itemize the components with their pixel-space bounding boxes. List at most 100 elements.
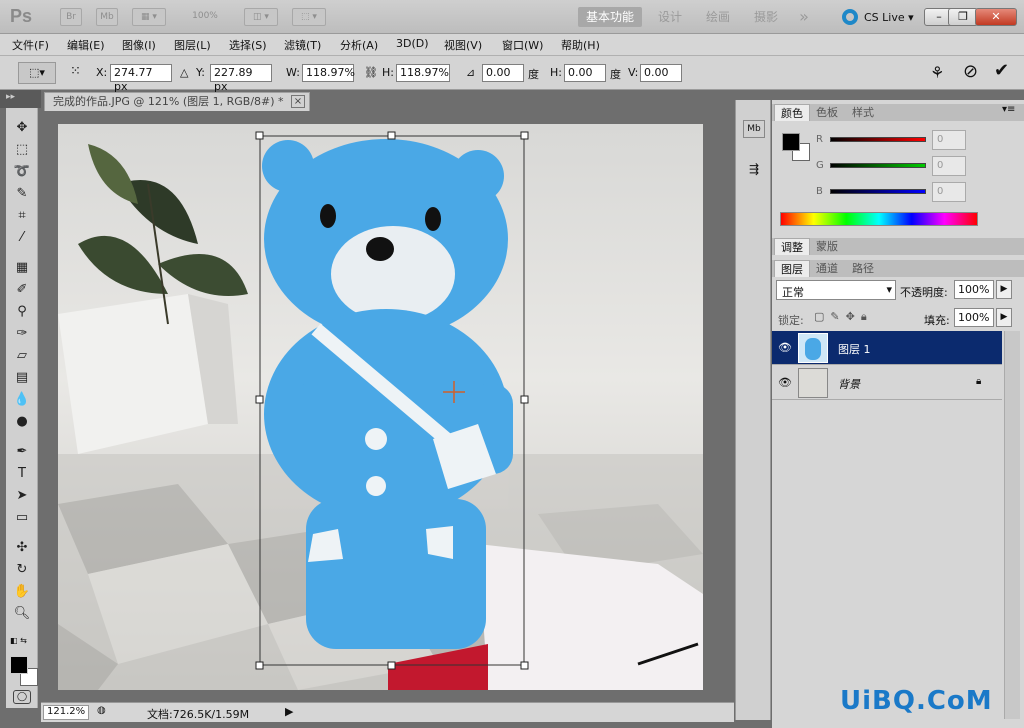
history-icon[interactable]: ⇶ xyxy=(743,162,765,180)
blur-tool-icon[interactable]: 💧 xyxy=(11,390,33,410)
tab-color[interactable]: 颜色 xyxy=(774,104,810,121)
color-spectrum[interactable] xyxy=(780,212,978,226)
menu-image[interactable]: 图像(I) xyxy=(122,37,156,53)
close-window-button[interactable]: ✕ xyxy=(975,8,1017,26)
document-canvas[interactable] xyxy=(58,124,703,690)
menu-window[interactable]: 窗口(W) xyxy=(502,37,543,53)
tool-preset-picker[interactable]: ⬚▾ xyxy=(18,62,56,84)
visibility-eye-icon[interactable]: 👁︎ xyxy=(778,376,792,389)
healing-tool-icon[interactable]: ▦ xyxy=(11,258,33,278)
bridge-button[interactable]: Br xyxy=(60,8,82,26)
move-tool-icon[interactable]: ✥ xyxy=(11,118,33,138)
menu-help[interactable]: 帮助(H) xyxy=(561,37,600,53)
y-input[interactable]: 227.89 px xyxy=(210,64,272,93)
menu-3d[interactable]: 3D(D) xyxy=(396,37,429,50)
tab-styles[interactable]: 样式 xyxy=(846,104,880,121)
foreground-color-swatch[interactable] xyxy=(10,656,28,674)
menu-view[interactable]: 视图(V) xyxy=(444,37,482,53)
status-arrow-icon[interactable]: ▶ xyxy=(285,705,293,718)
zoom-field[interactable]: 121.2% xyxy=(43,705,89,720)
layer-row[interactable]: 👁︎ 图层 1 xyxy=(772,331,1002,365)
g-slider[interactable] xyxy=(830,163,926,168)
x-input[interactable]: 274.77 px xyxy=(110,64,172,93)
tab-channels[interactable]: 通道 xyxy=(810,260,844,277)
height-input[interactable]: 118.97% xyxy=(396,64,450,82)
workspace-design[interactable]: 设计 xyxy=(650,7,690,27)
cancel-transform-icon[interactable]: ⊘ xyxy=(963,61,978,82)
opacity-arrow[interactable]: ▶ xyxy=(996,280,1012,299)
menu-select[interactable]: 选择(S) xyxy=(229,37,267,53)
b-value[interactable]: 0 xyxy=(932,182,966,202)
mini-bridge-icon[interactable]: Mb xyxy=(743,120,765,138)
workspace-photography[interactable]: 摄影 xyxy=(746,7,786,27)
status-menu-icon[interactable]: ◍ xyxy=(97,705,106,716)
dodge-tool-icon[interactable]: ● xyxy=(11,412,33,432)
workspace-painting[interactable]: 绘画 xyxy=(698,7,738,27)
layer-row[interactable]: 👁︎ 背景 🔒︎ xyxy=(772,366,1002,400)
quick-mask-icon[interactable]: ◯ xyxy=(13,690,31,704)
warp-icon[interactable]: ⚘ xyxy=(930,63,944,82)
blend-mode-select[interactable]: 正常 ▾ xyxy=(776,280,896,300)
menu-filter[interactable]: 滤镜(T) xyxy=(284,37,321,53)
panel-menu-icon[interactable]: ▾≡ xyxy=(1002,104,1015,115)
close-document-icon[interactable]: × xyxy=(291,95,305,108)
commit-transform-icon[interactable]: ✔ xyxy=(994,60,1009,81)
history-brush-icon[interactable]: ✑ xyxy=(11,324,33,344)
arrange-documents-button[interactable]: ◫ ▾ xyxy=(244,8,278,26)
layer-name[interactable]: 图层 1 xyxy=(838,341,871,357)
tab-layers[interactable]: 图层 xyxy=(774,260,810,277)
zoom-tool-icon[interactable]: 🔍︎ xyxy=(11,604,33,624)
hand-tool-icon[interactable]: ✋ xyxy=(11,582,33,602)
r-slider[interactable] xyxy=(830,137,926,142)
eyedropper-tool-icon[interactable]: ⁄ xyxy=(11,228,33,248)
width-input[interactable]: 118.97% xyxy=(302,64,355,82)
lock-icons[interactable]: ▢✎✥🔒︎ xyxy=(814,310,873,324)
cs-live-label[interactable]: CS Live ▾ xyxy=(864,11,914,24)
quick-select-tool-icon[interactable]: ✎ xyxy=(11,184,33,204)
tab-swatches[interactable]: 色板 xyxy=(810,104,844,121)
opacity-input[interactable]: 100% xyxy=(954,280,994,299)
minibridge-button[interactable]: Mb xyxy=(96,8,118,26)
toolbar-collapse[interactable]: ▸▸ xyxy=(0,90,41,108)
path-select-tool-icon[interactable]: ➤ xyxy=(11,486,33,506)
stamp-tool-icon[interactable]: ⚲ xyxy=(11,302,33,322)
lasso-tool-icon[interactable]: ➰ xyxy=(11,162,33,182)
tab-paths[interactable]: 路径 xyxy=(846,260,880,277)
menu-analysis[interactable]: 分析(A) xyxy=(340,37,378,53)
hskew-input[interactable]: 0.00 xyxy=(564,64,606,82)
vskew-input[interactable]: 0.00 xyxy=(640,64,682,82)
reference-point-icon[interactable]: ⁙ xyxy=(70,64,90,82)
more-workspaces-button[interactable]: » xyxy=(790,7,818,27)
r-value[interactable]: 0 xyxy=(932,130,966,150)
document-tab[interactable]: 完成的作品.JPG @ 121% (图层 1, RGB/8#) * × xyxy=(44,92,310,111)
tab-masks[interactable]: 蒙版 xyxy=(810,238,844,255)
shape-tool-icon[interactable]: ▭ xyxy=(11,508,33,528)
b-slider[interactable] xyxy=(830,189,926,194)
menu-file[interactable]: 文件(F) xyxy=(12,37,49,53)
tab-adjustments[interactable]: 调整 xyxy=(774,238,810,255)
default-colors-icon[interactable]: ◧ ⇆ xyxy=(10,636,27,645)
zoom-level[interactable]: 100% xyxy=(180,8,230,26)
layers-scrollbar[interactable] xyxy=(1004,331,1020,719)
link-icon[interactable]: ⛓ xyxy=(364,66,378,79)
gradient-tool-icon[interactable]: ▤ xyxy=(11,368,33,388)
angle-input[interactable]: 0.00 xyxy=(482,64,524,82)
restore-button[interactable]: ❐ xyxy=(948,8,978,26)
3d-rotate-tool-icon[interactable]: ✣ xyxy=(11,538,33,558)
view-extras-button[interactable]: ▦ ▾ xyxy=(132,8,166,26)
3d-orbit-tool-icon[interactable]: ↻ xyxy=(11,560,33,580)
brush-tool-icon[interactable]: ✐ xyxy=(11,280,33,300)
workspace-essentials[interactable]: 基本功能 xyxy=(578,7,642,27)
type-tool-icon[interactable]: T xyxy=(11,464,33,484)
crop-tool-icon[interactable]: ⌗ xyxy=(11,206,33,226)
layer-name[interactable]: 背景 xyxy=(838,376,860,392)
marquee-tool-icon[interactable]: ⬚ xyxy=(11,140,33,160)
menu-edit[interactable]: 编辑(E) xyxy=(67,37,105,53)
g-value[interactable]: 0 xyxy=(932,156,966,176)
menu-layer[interactable]: 图层(L) xyxy=(174,37,211,53)
eraser-tool-icon[interactable]: ▱ xyxy=(11,346,33,366)
screen-mode-button[interactable]: ⬚ ▾ xyxy=(292,8,326,26)
fill-input[interactable]: 100% xyxy=(954,308,994,327)
visibility-eye-icon[interactable]: 👁︎ xyxy=(778,341,792,354)
fg-color-swatch[interactable] xyxy=(782,133,800,151)
